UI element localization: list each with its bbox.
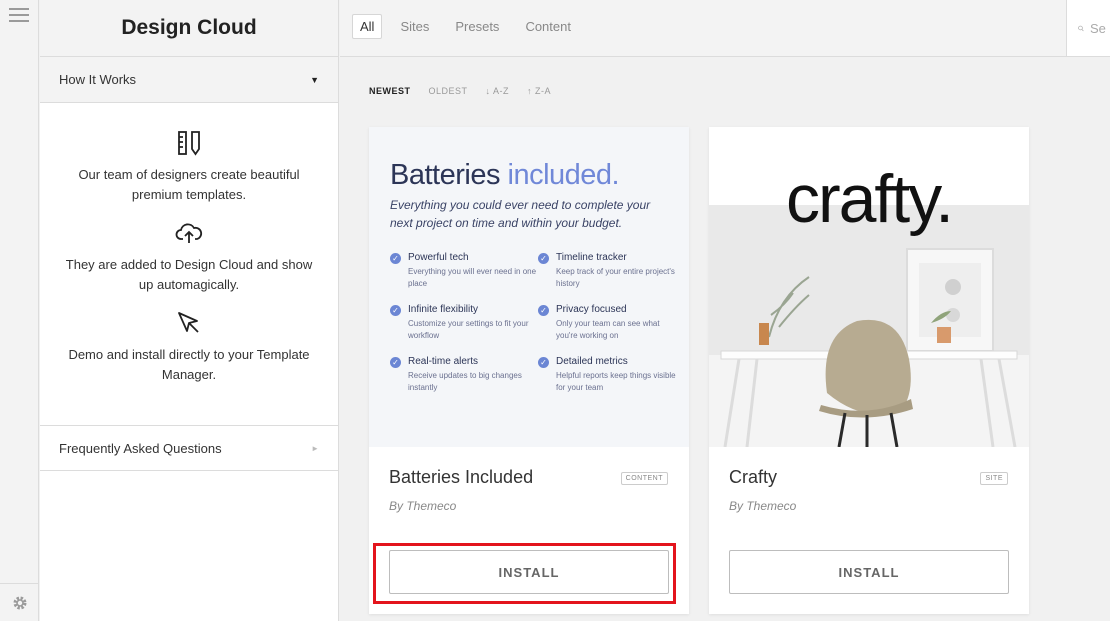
step-design: Our team of designers create beautiful p… — [60, 129, 318, 205]
check-icon: ✓ — [538, 305, 549, 316]
step-install-text: Demo and install directly to your Templa… — [68, 347, 310, 382]
how-it-works-panel: Our team of designers create beautiful p… — [40, 103, 338, 425]
tab-presets[interactable]: Presets — [447, 14, 507, 39]
check-icon: ✓ — [538, 253, 549, 264]
faq-toggle[interactable]: Frequently Asked Questions ► — [40, 425, 338, 471]
gear-icon[interactable] — [0, 583, 39, 621]
check-icon: ✓ — [390, 305, 401, 316]
install-button[interactable]: INSTALL — [389, 550, 669, 594]
hamburger-menu-icon[interactable] — [9, 8, 29, 22]
template-author: By Themeco — [389, 499, 457, 513]
filter-tabs: All Sites Presets Content — [352, 14, 579, 39]
sort-options: NEWEST OLDEST ↓ A-Z ↑ Z-A — [369, 86, 551, 96]
template-author: By Themeco — [729, 499, 797, 513]
ruler-pencil-icon — [60, 129, 318, 157]
step-cloud-text: They are added to Design Cloud and show … — [65, 257, 313, 292]
feature-item: ✓ Powerful tech Everything you will ever n… — [390, 252, 538, 290]
template-name: Crafty — [729, 467, 778, 487]
check-icon: ✓ — [390, 253, 401, 264]
check-icon: ✓ — [538, 357, 549, 368]
install-button[interactable]: INSTALL — [729, 550, 1009, 594]
preview-features: ✓ Powerful tech Everything you will ever n… — [390, 252, 676, 394]
top-bar: All Sites Presets Content — [340, 0, 1110, 57]
how-it-works-label: How It Works — [59, 72, 137, 87]
cursor-arrow-icon — [60, 309, 318, 337]
template-type-badge: CONTENT — [620, 472, 668, 485]
template-card: Batteries included. Everything you could… — [369, 127, 689, 614]
template-preview[interactable]: crafty. — [709, 127, 1029, 447]
search-box[interactable] — [1066, 0, 1110, 56]
tab-content[interactable]: Content — [517, 14, 579, 39]
sort-newest[interactable]: NEWEST — [369, 86, 411, 96]
step-install: Demo and install directly to your Templa… — [60, 309, 318, 385]
sidebar: Design Cloud How It Works ▼ Our team of … — [40, 0, 339, 621]
app-title: Design Cloud — [121, 16, 257, 39]
preview-title: Batteries included. — [390, 159, 620, 191]
feature-item: ✓ Timeline tracker Keep track of your enti… — [538, 252, 678, 290]
preview-subtitle: Everything you could ever need to comple… — [390, 198, 651, 230]
desk-chair-photo — [709, 205, 1029, 447]
step-cloud: They are added to Design Cloud and show … — [60, 219, 318, 295]
search-icon — [1078, 25, 1084, 31]
caret-down-icon: ▼ — [310, 74, 319, 85]
tab-sites[interactable]: Sites — [392, 14, 437, 39]
feature-item: ✓ Real-time alerts Receive updates to big … — [390, 356, 538, 394]
template-meta: Crafty By Themeco SITE — [709, 447, 1029, 541]
step-design-text: Our team of designers create beautiful p… — [78, 167, 300, 202]
sidebar-header: Design Cloud — [40, 0, 338, 57]
preview-wordmark: crafty. — [785, 161, 954, 237]
left-rail — [0, 0, 39, 621]
sort-a-z[interactable]: ↓ A-Z — [486, 86, 510, 96]
faq-label: Frequently Asked Questions — [59, 440, 222, 456]
feature-item: ✓ Detailed metrics Helpful reports keep th… — [538, 356, 678, 394]
sort-oldest[interactable]: OLDEST — [429, 86, 468, 96]
sort-z-a[interactable]: ↑ Z-A — [527, 86, 551, 96]
check-icon: ✓ — [390, 357, 401, 368]
feature-item: ✓ Privacy focused Only your team can see w… — [538, 304, 678, 342]
template-type-badge: SITE — [980, 472, 1008, 485]
caret-right-icon: ► — [311, 443, 319, 453]
template-preview[interactable]: Batteries included. Everything you could… — [369, 127, 689, 447]
template-meta: Batteries Included By Themeco CONTENT — [369, 447, 689, 541]
how-it-works-toggle[interactable]: How It Works ▼ — [40, 57, 338, 103]
search-input[interactable] — [1090, 20, 1110, 36]
cloud-upload-icon — [60, 219, 318, 247]
feature-item: ✓ Infinite flexibility Customize your sett… — [390, 304, 538, 342]
tab-all[interactable]: All — [352, 14, 383, 39]
template-card: crafty. Crafty By Themeco SITE INSTALL — [709, 127, 1029, 614]
